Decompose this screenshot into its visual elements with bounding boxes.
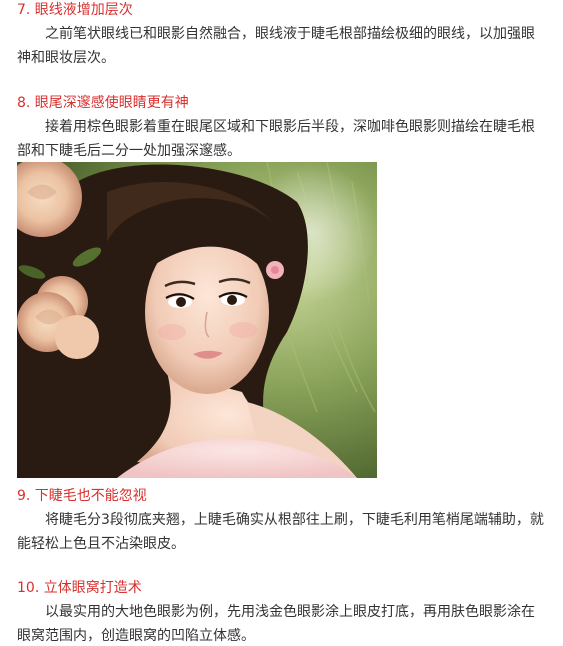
- step-10-text: 以最实用的大地色眼影为例，先用浅金色眼影涂上眼皮打底，再用肤色眼影涂在眼窝范围内…: [17, 604, 535, 644]
- step-7-heading: 7. 眼线液增加层次: [17, 2, 133, 18]
- step-8-heading: 8. 眼尾深邃感使眼睛更有神: [17, 95, 189, 111]
- portrait-photo: [17, 162, 377, 478]
- step-9-heading: 9. 下睫毛也不能忽视: [17, 488, 147, 504]
- section-step-7: 7. 眼线液增加层次 之前笔状眼线已和眼影自然融合，眼线液于睫毛根部描绘极细的眼…: [17, 0, 547, 70]
- step-9-text: 将睫毛分3段彻底夹翘，上睫毛确实从根部往上刷，下睫毛利用笔梢尾端辅助，就能轻松上…: [17, 512, 544, 552]
- section-step-10: 10. 立体眼窝打造术 以最实用的大地色眼影为例，先用浅金色眼影涂上眼皮打底，再…: [17, 576, 547, 646]
- step-10-heading: 10. 立体眼窝打造术: [17, 580, 142, 596]
- section-step-9: 9. 下睫毛也不能忽视 将睫毛分3段彻底夹翘，上睫毛确实从根部往上刷，下睫毛利用…: [17, 484, 547, 556]
- section-step-8: 8. 眼尾深邃感使眼睛更有神 接着用棕色眼影着重在眼尾区域和下眼影后半段，深咖啡…: [17, 91, 547, 163]
- step-7-text: 之前笔状眼线已和眼影自然融合，眼线液于睫毛根部描绘极细的眼线，以加强眼神和眼妆层…: [17, 26, 535, 66]
- step-8-text: 接着用棕色眼影着重在眼尾区域和下眼影后半段，深咖啡色眼影则描绘在睫毛根部和下睫毛…: [17, 119, 535, 159]
